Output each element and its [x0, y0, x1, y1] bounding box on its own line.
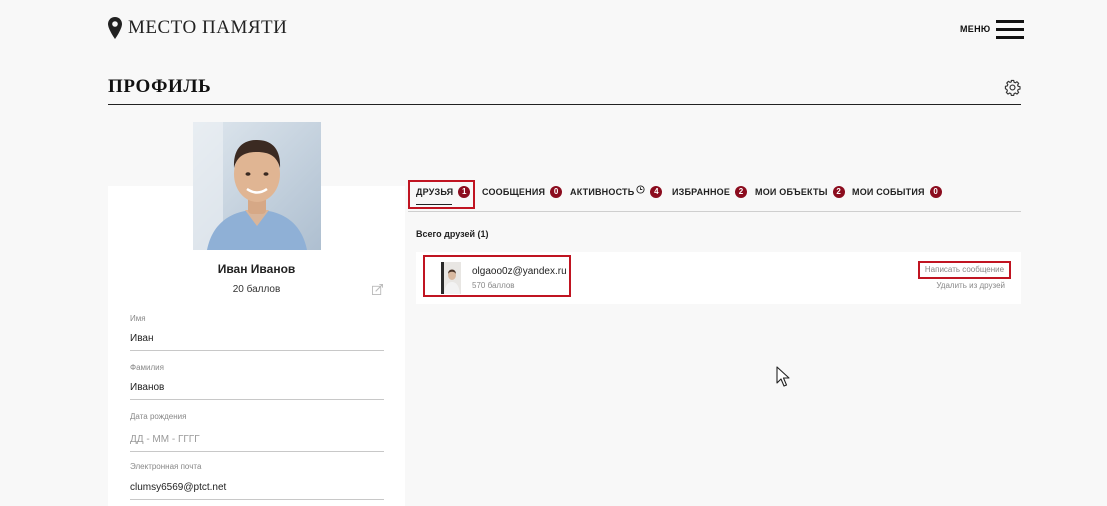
menu-button[interactable]: МЕНЮ — [960, 18, 1025, 40]
friends-total: Всего друзей (1) — [416, 229, 489, 239]
title-divider — [108, 104, 1021, 105]
menu-label: МЕНЮ — [960, 24, 991, 34]
birth-date-field[interactable]: ДД - ММ - ГГГГ — [130, 434, 384, 452]
count-badge: 0 — [550, 186, 563, 198]
birth-date-label: Дата рождения — [130, 412, 187, 421]
tab-friends-highlight — [408, 180, 475, 209]
tab-label: ИЗБРАННОЕ — [672, 187, 731, 197]
last-name-label: Фамилия — [130, 363, 164, 372]
tab-label: МОИ ОБЪЕКТЫ — [755, 187, 828, 197]
map-pin-icon — [108, 17, 122, 39]
count-badge: 0 — [929, 186, 942, 198]
tab-label: АКТИВНОСТЬ — [570, 187, 635, 197]
first-name-field[interactable]: Иван — [130, 333, 384, 351]
avatar — [193, 122, 321, 250]
page-title: ПРОФИЛЬ — [108, 76, 212, 97]
tabs-divider — [408, 211, 1021, 212]
count-badge: 2 — [735, 186, 748, 198]
hamburger-icon — [996, 18, 1025, 40]
last-name-field[interactable]: Иванов — [130, 382, 384, 400]
tab-label: СООБЩЕНИЯ — [482, 187, 546, 197]
tab-messages[interactable]: СООБЩЕНИЯ 0 — [482, 186, 563, 198]
tab-my-objects[interactable]: МОИ ОБЪЕКТЫ 2 — [755, 186, 845, 198]
count-badge: 4 — [650, 186, 663, 198]
tab-my-events[interactable]: МОИ СОБЫТИЯ 0 — [852, 186, 942, 198]
brand-name: МЕСТО ПАМЯТИ — [128, 17, 288, 38]
user-name: Иван Иванов — [217, 262, 296, 276]
write-message-button[interactable]: Написать сообщение — [918, 261, 1011, 279]
user-points: 20 баллов — [232, 284, 281, 295]
avatar-photo — [193, 122, 321, 250]
mouse-cursor-icon — [776, 366, 790, 387]
gear-icon[interactable] — [1004, 79, 1021, 96]
tab-label: МОИ СОБЫТИЯ — [852, 187, 925, 197]
friend-highlight — [423, 255, 571, 297]
edit-icon[interactable] — [372, 284, 383, 295]
tab-activity[interactable]: АКТИВНОСТЬ 4 — [570, 185, 663, 198]
clock-icon — [636, 185, 645, 194]
count-badge: 2 — [832, 186, 845, 198]
logo[interactable]: МЕСТО ПАМЯТИ — [108, 17, 287, 39]
first-name-label: Имя — [130, 314, 146, 323]
email-field[interactable]: clumsy6569@ptct.net — [130, 482, 384, 500]
tab-favorites[interactable]: ИЗБРАННОЕ 2 — [672, 186, 748, 198]
remove-friend-button[interactable]: Удалить из друзей — [904, 281, 1005, 290]
email-label: Электронная почта — [130, 462, 202, 471]
